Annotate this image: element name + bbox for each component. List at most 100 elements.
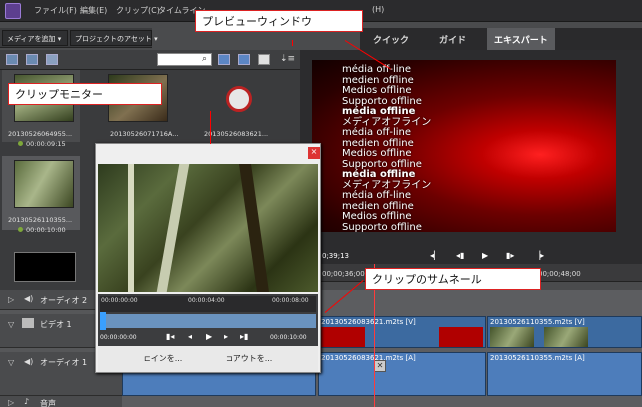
project-assets-label: プロジェクトのアセット bbox=[75, 35, 152, 43]
tab-quick[interactable]: クイック bbox=[366, 28, 416, 50]
step-forward-icon[interactable]: ▸▮ bbox=[240, 332, 248, 341]
track-label-audio2: オーディオ 2 bbox=[40, 296, 88, 305]
transition-icon[interactable]: ✕ bbox=[374, 360, 386, 372]
clip-frame bbox=[544, 327, 588, 347]
track-label-narration: 音声 bbox=[40, 399, 56, 407]
clip-monitor-controls: 00:00:00:00 00:00:04:00 00:00:08:00 00:0… bbox=[98, 294, 318, 372]
current-timecode: 0;39;13 bbox=[322, 252, 349, 260]
clip-duration-label: 00:00:09:15 bbox=[26, 140, 66, 148]
offline-message-line: Supporto offline bbox=[342, 221, 422, 233]
frame-forward-icon[interactable]: ▸ bbox=[224, 332, 228, 341]
set-in-label: インを... bbox=[150, 354, 183, 363]
clip-label: 20130526110355.m2ts [A] bbox=[490, 354, 585, 362]
assets-toolbar: ⌕ ⇣≡ bbox=[0, 50, 300, 70]
monitor-tc-start: 00:00:00:00 bbox=[101, 297, 138, 304]
tab-expert[interactable]: エキスパート bbox=[487, 28, 555, 50]
tree-trunk bbox=[156, 164, 190, 292]
step-back-icon[interactable]: ◂▏ bbox=[430, 251, 440, 260]
clip-label: 20130526083621.m2ts [V] bbox=[321, 318, 416, 326]
microphone-icon: ♪ bbox=[24, 397, 30, 406]
clip-thumbnail bbox=[14, 160, 74, 208]
audio-file-icon bbox=[226, 86, 252, 112]
timeline-clip-video[interactable]: 20130526083621.m2ts [V] bbox=[318, 316, 486, 348]
set-in-button[interactable]: ⊏インを... bbox=[144, 353, 182, 364]
black-video-thumbnail[interactable] bbox=[14, 252, 76, 282]
callout-leader-line bbox=[210, 111, 211, 144]
speaker-icon: ◀) bbox=[24, 357, 34, 366]
clip-monitor-video bbox=[98, 164, 318, 292]
set-in-icon: ⊏ bbox=[144, 354, 151, 363]
clip-name: 20130526110355... bbox=[8, 216, 73, 224]
menu-edit[interactable]: 編集(E) bbox=[80, 5, 107, 16]
frame-forward-icon[interactable]: ▮▸ bbox=[506, 251, 514, 260]
tree-trunk bbox=[128, 164, 134, 292]
asset-item[interactable]: 20130526071716A... bbox=[104, 70, 182, 142]
chevron-down-icon: ▾ bbox=[57, 35, 62, 43]
panel-menu-icon[interactable]: ⇣≡ bbox=[280, 54, 295, 64]
add-media-label: メディアを追加 bbox=[7, 35, 56, 43]
set-out-label: アウトを... bbox=[232, 354, 273, 363]
clip-monitor-ruler[interactable]: 00:00:00:00 00:00:04:00 00:00:08:00 bbox=[100, 296, 316, 312]
status-dot-icon bbox=[18, 227, 23, 232]
callout-leader-line bbox=[292, 40, 293, 46]
menu-clip[interactable]: クリップ(C) bbox=[116, 5, 160, 16]
asset-item[interactable]: 20130526064955... 00:00:09:15 bbox=[2, 70, 80, 148]
tree-trunk bbox=[239, 164, 269, 292]
menu-help[interactable]: (H) bbox=[372, 5, 384, 14]
ruler-time-left: 00;00;36;00 bbox=[322, 270, 365, 278]
expand-triangle-icon[interactable]: ▷ bbox=[8, 295, 14, 304]
monitor-playhead[interactable] bbox=[100, 312, 106, 330]
mode-tabs: クイック ガイド エキスパート bbox=[360, 28, 642, 50]
close-button[interactable]: × bbox=[308, 147, 320, 159]
timeline-clip-video[interactable]: 20130526110355.m2ts [V] bbox=[487, 316, 642, 348]
monitor-current-time: 00:00:00:00 bbox=[100, 334, 137, 341]
clip-monitor-window: × 00:00:00:00 00:00:04:00 00:00:08:00 00… bbox=[95, 143, 321, 373]
clip-label: 20130526110355.m2ts [V] bbox=[490, 318, 585, 326]
video-track-icon bbox=[22, 318, 34, 328]
clip-name: 20130526083621... bbox=[204, 130, 269, 138]
tab-guided[interactable]: ガイド bbox=[432, 28, 473, 50]
audio-filter-icon[interactable] bbox=[46, 54, 58, 65]
menu-file[interactable]: ファイル(F) bbox=[34, 5, 77, 16]
callout-preview-window: プレビューウィンドウ bbox=[195, 10, 363, 32]
preview-window: média off-line medien offline Medios offli… bbox=[312, 60, 616, 232]
callout-clip-thumbnail: クリップのサムネール bbox=[365, 268, 541, 290]
set-out-button[interactable]: ⊐アウトを... bbox=[226, 353, 272, 364]
folder-icon[interactable] bbox=[218, 54, 230, 65]
monitor-tc-end: 00:00:08:00 bbox=[272, 297, 309, 304]
expand-triangle-icon[interactable]: ▽ bbox=[8, 358, 14, 367]
project-assets-button[interactable]: プロジェクトのアセット ▾ bbox=[70, 30, 158, 46]
step-back-icon[interactable]: ▮◂ bbox=[166, 332, 174, 341]
add-media-button[interactable]: メディアを追加 ▾ bbox=[2, 30, 68, 46]
in-out-range-bar[interactable] bbox=[100, 314, 316, 328]
media-toolbar: メディアを追加 ▾ プロジェクトのアセット ▾ bbox=[0, 28, 158, 48]
image-filter-icon[interactable] bbox=[26, 54, 38, 65]
search-icon: ⌕ bbox=[202, 54, 208, 64]
film-filter-icon[interactable] bbox=[6, 54, 18, 65]
set-out-icon: ⊐ bbox=[226, 354, 233, 363]
clip-frame bbox=[439, 327, 483, 347]
frame-back-icon[interactable]: ◂▮ bbox=[456, 251, 464, 260]
expand-triangle-icon[interactable]: ▷ bbox=[8, 398, 14, 407]
clip-duration: 00:00:09:15 bbox=[18, 140, 66, 148]
clip-frame bbox=[321, 327, 365, 347]
premiere-elements-window: ファイル(F) 編集(E) クリップ(C) タイムライン (H) メディアを追加… bbox=[0, 0, 642, 407]
ruler-time-right: 00;00;48;00 bbox=[538, 270, 581, 278]
track-header-narration: ▷ ♪ 音声 bbox=[0, 396, 122, 407]
app-logo-icon bbox=[5, 3, 21, 19]
timeline-clip-audio[interactable]: 20130526083621.m2ts [A] bbox=[318, 352, 486, 396]
callout-clip-monitor: クリップモニター bbox=[8, 83, 162, 105]
play-icon[interactable]: ▶ bbox=[206, 332, 212, 341]
trash-icon[interactable] bbox=[238, 54, 250, 65]
monitor-duration: 00:00:10:00 bbox=[270, 334, 307, 341]
expand-triangle-icon[interactable]: ▽ bbox=[8, 320, 14, 329]
clip-name: 20130526071716A... bbox=[110, 130, 179, 138]
timeline-clip-audio[interactable]: 20130526110355.m2ts [A] bbox=[487, 352, 642, 396]
pin-icon[interactable] bbox=[258, 54, 270, 65]
clip-frame bbox=[490, 327, 534, 347]
frame-back-icon[interactable]: ◂ bbox=[188, 332, 192, 341]
play-icon[interactable]: ▶ bbox=[482, 251, 488, 260]
chevron-down-icon: ▾ bbox=[154, 35, 158, 43]
step-forward-icon[interactable]: ▕▸ bbox=[534, 251, 544, 260]
asset-item[interactable]: 20130526110355... 00:00:10:00 bbox=[2, 156, 80, 234]
